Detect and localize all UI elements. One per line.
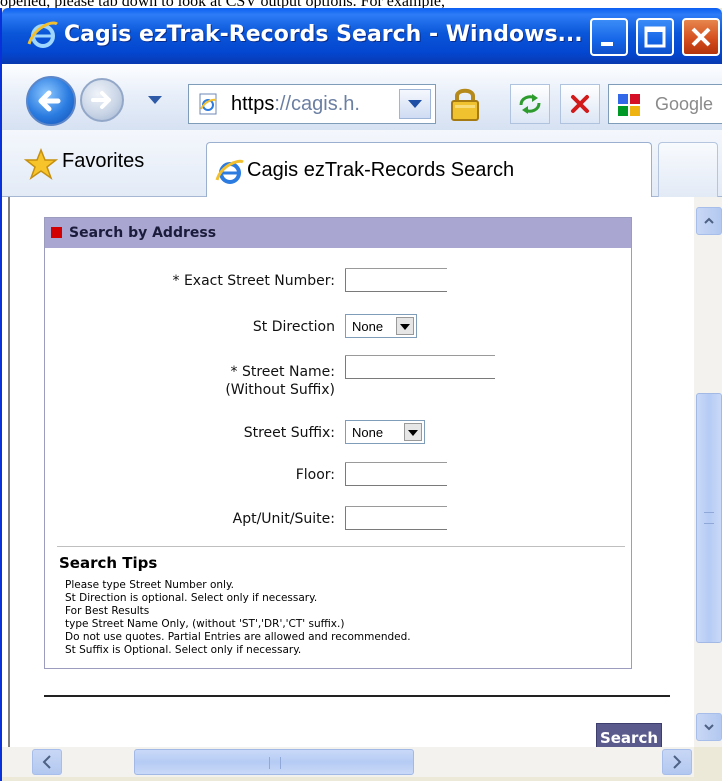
address-dropdown-button[interactable] [399,89,431,119]
st-direction-value: None [352,319,384,334]
stop-icon [571,95,589,113]
search-tips-heading: Search Tips [59,554,158,572]
chevron-left-icon [42,755,51,769]
refresh-button[interactable] [510,84,550,124]
forward-arrow-icon [91,91,111,109]
street-suffix-select[interactable]: None [345,420,425,444]
browser-window: Cagis ezTrak-Records Search - Windows...… [0,8,722,781]
search-tip: type Street Name Only, (without 'ST','DR… [65,618,345,630]
scroll-grip-icon [269,757,281,769]
chevron-down-icon [408,100,422,108]
divider [57,546,625,547]
scroll-left-button[interactable] [32,749,62,775]
favorites-bar: Favorites Cagis ezTrak-Records Search [2,130,722,198]
navigation-bar: https://cagis.h. Google [2,64,722,130]
page-content: Search by Address * Exact Street Number:… [2,197,694,747]
panel-header: Search by Address [45,218,631,248]
street-number-label: * Exact Street Number: [172,273,336,289]
minimize-icon [601,42,613,46]
scroll-down-button[interactable] [696,713,722,741]
address-bar[interactable]: https://cagis.h. [188,84,436,124]
lock-icon[interactable] [446,86,484,122]
back-arrow-icon [38,90,61,112]
close-button[interactable] [682,18,720,56]
favorites-star-icon[interactable] [24,148,58,180]
refresh-icon [519,94,541,114]
address-scheme: https [231,93,275,115]
title-bar[interactable]: Cagis ezTrak-Records Search - Windows... [2,8,722,64]
street-name-hint: (Without Suffix) [225,382,335,398]
page-icon [199,93,217,115]
search-tip: St Direction is optional. Select only if… [65,592,318,604]
panel-title: Search by Address [69,225,217,241]
search-tip: For Best Results [65,605,150,617]
street-number-input[interactable] [345,268,447,292]
tab-cagis-eztrak[interactable]: Cagis ezTrak-Records Search [206,142,652,198]
scrollbar-corner [694,747,722,777]
floor-label: Floor: [295,467,335,483]
forward-button[interactable] [80,78,124,122]
chevron-down-icon [704,724,714,731]
favorites-button[interactable]: Favorites [62,150,144,173]
google-icon [618,94,640,116]
internet-explorer-icon [27,21,58,48]
minimize-button[interactable] [590,18,628,56]
street-name-label: * Street Name: [230,364,335,380]
st-direction-select[interactable]: None [345,314,417,338]
address-host: ://cagis.h. [274,93,360,115]
chevron-down-icon [408,430,418,436]
tab-label: Cagis ezTrak-Records Search [247,159,515,181]
search-box[interactable]: Google [608,84,722,124]
scroll-grip-icon [704,512,714,524]
maximize-icon [644,26,666,48]
st-direction-label: St Direction [252,319,335,335]
search-tip: Do not use quotes. Partial Entries are a… [65,631,411,643]
street-suffix-dropdown-button[interactable] [404,423,422,441]
back-button[interactable] [26,76,76,126]
red-square-bullet-icon [51,227,62,238]
stop-button[interactable] [560,84,600,124]
street-suffix-label: Street Suffix: [243,425,335,441]
search-by-address-panel: Search by Address * Exact Street Number:… [44,217,632,669]
history-dropdown-chevron-icon[interactable] [148,96,162,104]
apt-unit-suite-label: Apt/Unit/Suite: [232,511,335,527]
new-tab-button[interactable] [658,142,718,198]
horizontal-scrollbar[interactable] [2,747,694,777]
scroll-up-button[interactable] [696,207,722,235]
content-left-border [8,197,10,747]
street-name-input[interactable] [345,355,495,379]
floor-input[interactable] [345,462,447,486]
search-tip: Please type Street Number only. [65,579,235,591]
search-tip: St Suffix is Optional. Select only if ne… [65,644,302,656]
search-placeholder: Google [655,94,714,114]
close-icon [691,27,711,47]
apt-unit-suite-input[interactable] [345,506,447,530]
vertical-scroll-thumb[interactable] [696,393,722,643]
horizontal-scroll-thumb[interactable] [134,749,414,775]
search-button[interactable]: Search [596,723,662,747]
internet-explorer-icon [215,159,244,184]
chevron-up-icon [704,217,714,224]
scroll-right-button[interactable] [662,749,692,775]
chevron-right-icon [673,755,682,769]
maximize-button[interactable] [636,18,674,56]
footer-divider [44,695,670,697]
vertical-scrollbar[interactable] [694,197,722,747]
st-direction-dropdown-button[interactable] [396,317,414,335]
street-suffix-value: None [352,425,384,440]
address-url[interactable]: https://cagis.h. [231,93,360,116]
chevron-down-icon [400,324,410,330]
window-title: Cagis ezTrak-Records Search - Windows... [64,22,583,47]
